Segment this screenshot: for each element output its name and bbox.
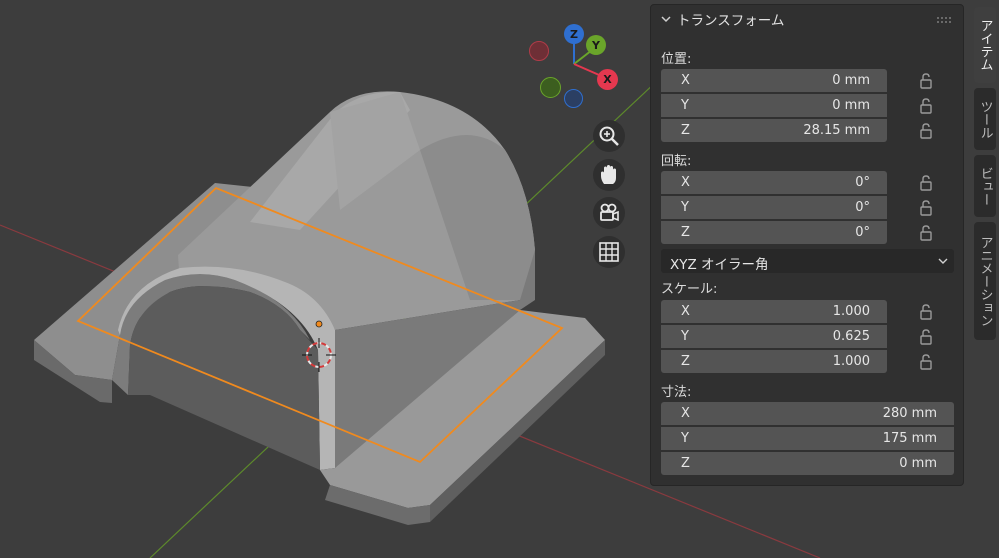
lock-scale-z-icon[interactable] <box>919 354 933 370</box>
grid-icon <box>599 242 619 262</box>
dimensions-y-field[interactable]: Y 175 mm <box>661 427 954 450</box>
rotation-y-field[interactable]: Y 0° <box>661 196 887 219</box>
rotation-mode-dropdown[interactable]: XYZ オイラー角 <box>661 249 954 273</box>
gizmo-x-label: X <box>603 73 612 86</box>
chevron-down-icon <box>661 16 671 23</box>
rotation-x-field[interactable]: X 0° <box>661 171 887 194</box>
camera-view-button[interactable] <box>593 197 625 229</box>
field-value: 0° <box>855 225 870 240</box>
rotation-label: 回転: <box>661 154 692 169</box>
transform-panel-header[interactable]: トランスフォーム <box>651 5 963 33</box>
lock-scale-x-icon[interactable] <box>919 304 933 320</box>
lock-scale-y-icon[interactable] <box>919 329 933 345</box>
field-value: 0.625 <box>832 329 870 344</box>
lock-rotation-x-icon[interactable] <box>919 175 933 191</box>
object-origin <box>315 320 323 328</box>
field-value: 28.15 mm <box>803 123 870 138</box>
scale-label: スケール: <box>661 282 718 297</box>
location-z-field[interactable]: Z 28.15 mm <box>661 119 887 142</box>
axis-label: Y <box>681 200 689 215</box>
gizmo-y-label: Y <box>592 38 600 52</box>
axis-label: X <box>681 73 690 88</box>
axis-label: Z <box>681 354 690 369</box>
gizmo-z-label: Z <box>570 27 578 41</box>
gizmo-neg-y-ball[interactable] <box>540 77 561 98</box>
lock-location-y-icon[interactable] <box>919 98 933 114</box>
field-value: 0 mm <box>832 73 870 88</box>
axis-label: X <box>681 304 690 319</box>
field-value: 175 mm <box>882 431 937 446</box>
axis-label: Z <box>681 123 690 138</box>
axis-label: X <box>681 175 690 190</box>
axis-label: Z <box>681 456 690 471</box>
tab-item-label: アイテム <box>977 19 993 71</box>
gizmo-z-ball[interactable]: Z <box>564 24 584 44</box>
lock-location-z-icon[interactable] <box>919 123 933 139</box>
location-y-field[interactable]: Y 0 mm <box>661 94 887 117</box>
field-value: 0 mm <box>832 98 870 113</box>
rotation-mode-value: XYZ オイラー角 <box>670 257 769 273</box>
location-label: 位置: <box>661 52 692 67</box>
tab-tool[interactable]: ツール <box>974 88 996 150</box>
dimensions-label: 寸法: <box>661 385 692 400</box>
tab-item[interactable]: アイテム <box>974 7 996 83</box>
gizmo-y-ball[interactable]: Y <box>586 35 606 55</box>
zoom-button[interactable] <box>593 120 625 152</box>
gizmo-neg-x-ball[interactable] <box>529 41 549 61</box>
mesh-object[interactable] <box>34 91 605 525</box>
drag-grip-icon[interactable] <box>937 17 951 23</box>
tab-view[interactable]: ビュー <box>974 155 996 217</box>
zoom-icon <box>599 126 619 146</box>
lock-rotation-z-icon[interactable] <box>919 225 933 241</box>
transform-panel: トランスフォーム 位置: X 0 mm Y 0 mm Z 28.15 mm 回転… <box>650 4 964 486</box>
field-value: 0 mm <box>899 456 937 471</box>
scale-x-field[interactable]: X 1.000 <box>661 300 887 323</box>
scale-z-field[interactable]: Z 1.000 <box>661 350 887 373</box>
ortho-toggle-button[interactable] <box>593 236 625 268</box>
axis-label: Y <box>681 431 689 446</box>
axis-label: Z <box>681 225 690 240</box>
location-x-field[interactable]: X 0 mm <box>661 69 887 92</box>
lock-rotation-y-icon[interactable] <box>919 200 933 216</box>
tab-animation-label: アニメーション <box>977 235 993 327</box>
chevron-down-icon <box>938 258 948 264</box>
scale-y-field[interactable]: Y 0.625 <box>661 325 887 348</box>
dimensions-z-field[interactable]: Z 0 mm <box>661 452 954 475</box>
axis-label: Y <box>681 98 689 113</box>
lock-location-x-icon[interactable] <box>919 73 933 89</box>
field-value: 280 mm <box>882 406 937 421</box>
tab-tool-label: ツール <box>977 99 993 139</box>
pan-button[interactable] <box>593 159 625 191</box>
camera-icon <box>600 203 619 222</box>
dimensions-x-field[interactable]: X 280 mm <box>661 402 954 425</box>
panel-title: トランスフォーム <box>677 13 785 29</box>
hand-icon <box>601 165 616 184</box>
tab-animation[interactable]: アニメーション <box>974 222 996 340</box>
field-value: 0° <box>855 175 870 190</box>
field-value: 0° <box>855 200 870 215</box>
field-value: 1.000 <box>832 304 870 319</box>
axis-label: Y <box>681 329 689 344</box>
gizmo-neg-z-ball[interactable] <box>564 89 583 108</box>
rotation-z-field[interactable]: Z 0° <box>661 221 887 244</box>
field-value: 1.000 <box>832 354 870 369</box>
tab-view-label: ビュー <box>977 166 993 206</box>
axis-label: X <box>681 406 690 421</box>
gizmo-x-ball[interactable]: X <box>597 69 618 90</box>
